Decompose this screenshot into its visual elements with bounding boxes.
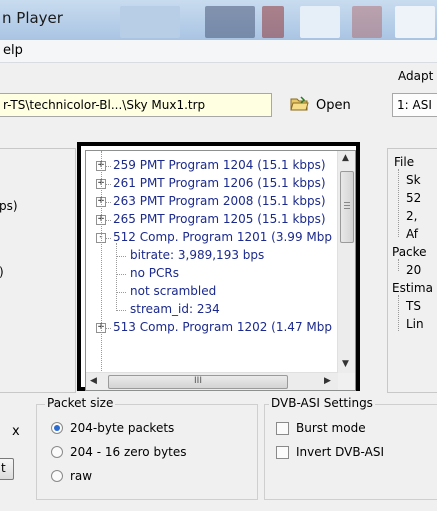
tree-item-label: 263 PMT Program 2008 (15.1 kbps) bbox=[113, 194, 326, 208]
checkbox-icon[interactable] bbox=[276, 421, 289, 435]
tree-item-label: stream_id: 234 bbox=[130, 302, 220, 316]
open-folder-icon bbox=[290, 95, 310, 115]
left-bottom-fragment: x bbox=[12, 424, 20, 439]
tree-horizontal-scrollbar[interactable]: ◀ III ▶ bbox=[86, 372, 338, 390]
checkbox-icon[interactable] bbox=[276, 445, 289, 459]
checkbox-label: Invert DVB-ASI bbox=[296, 445, 384, 459]
right-tree-item[interactable]: 20 bbox=[406, 263, 421, 277]
radio-label: 204 - 16 zero bytes bbox=[70, 445, 187, 459]
tree-horizontal-scroll-thumb[interactable]: III bbox=[108, 375, 288, 389]
right-tree-item[interactable]: 52 bbox=[406, 191, 421, 205]
left-bottom-button[interactable]: t bbox=[0, 458, 14, 480]
radio-unselected-icon[interactable] bbox=[51, 446, 63, 458]
program-tree[interactable]: +259 PMT Program 1204 (15.1 kbps) +261 PM… bbox=[85, 150, 356, 391]
right-tree-item[interactable]: File bbox=[394, 155, 414, 169]
checkbox-label: Burst mode bbox=[296, 421, 366, 435]
right-tree-item[interactable]: Sk bbox=[406, 173, 421, 187]
right-tree-item[interactable]: Af bbox=[406, 227, 418, 241]
radio-label: raw bbox=[70, 469, 93, 483]
right-panel: File Sk 52 2, Af Packe 20 Estima TS Lin bbox=[387, 148, 437, 393]
invert-dvb-asi-checkbox[interactable]: Invert DVB-ASI bbox=[276, 445, 384, 459]
radio-204-byte[interactable]: 204-byte packets bbox=[51, 421, 174, 435]
burst-mode-checkbox[interactable]: Burst mode bbox=[276, 421, 366, 435]
menu-bar: elp bbox=[0, 40, 437, 63]
right-tree-item[interactable]: Lin bbox=[406, 317, 424, 331]
adapter-select[interactable]: 1: ASI bbox=[392, 93, 437, 117]
radio-raw[interactable]: raw bbox=[51, 469, 92, 483]
file-path-field[interactable]: r-TS\technicolor-Bl...\Sky Mux1.trp bbox=[0, 93, 272, 117]
tree-item-label: 265 PMT Program 1205 (15.1 kbps) bbox=[113, 212, 326, 226]
adapter-label: Adapt bbox=[398, 69, 434, 83]
radio-selected-icon[interactable] bbox=[51, 422, 63, 434]
right-tree-item[interactable]: 2, bbox=[406, 209, 417, 223]
tree-vertical-scroll-thumb[interactable] bbox=[340, 171, 354, 243]
menu-help[interactable]: elp bbox=[3, 43, 23, 58]
radio-label: 204-byte packets bbox=[70, 421, 175, 435]
tree-highlight-frame: +259 PMT Program 1204 (15.1 kbps) +261 PM… bbox=[77, 142, 360, 391]
scroll-corner bbox=[338, 373, 355, 390]
title-bar[interactable]: n Player bbox=[0, 0, 437, 40]
radio-204-16-zero[interactable]: 204 - 16 zero bytes bbox=[51, 445, 187, 459]
right-tree-item[interactable]: Estima bbox=[392, 281, 433, 295]
tree-item-label: 261 PMT Program 1206 (15.1 kbps) bbox=[113, 176, 326, 190]
tree-item-label: not scrambled bbox=[130, 284, 217, 298]
scroll-down-arrow-icon[interactable]: ▼ bbox=[342, 359, 349, 369]
scroll-right-arrow-icon[interactable]: ▶ bbox=[324, 376, 331, 386]
tree-vertical-scrollbar[interactable]: ▲ ▼ bbox=[337, 151, 355, 373]
tree-item-label: 513 Comp. Program 1202 (1.47 Mbp bbox=[113, 320, 332, 334]
left-panel-fragment: ) bbox=[0, 265, 4, 279]
radio-unselected-icon[interactable] bbox=[51, 470, 63, 482]
scroll-up-arrow-icon[interactable]: ▲ bbox=[342, 153, 349, 163]
dvb-asi-legend: DVB-ASI Settings bbox=[269, 396, 375, 410]
open-button[interactable]: Open bbox=[290, 93, 362, 117]
tree-item-label: 259 PMT Program 1204 (15.1 kbps) bbox=[113, 158, 326, 172]
right-tree-item[interactable]: Packe bbox=[392, 245, 427, 259]
packet-size-legend: Packet size bbox=[45, 396, 116, 410]
open-button-label: Open bbox=[316, 97, 351, 113]
right-tree-item[interactable]: TS bbox=[406, 299, 421, 313]
scroll-left-arrow-icon[interactable]: ◀ bbox=[90, 376, 97, 386]
left-panel: ps) ) bbox=[0, 148, 76, 393]
window-title: n Player bbox=[2, 9, 63, 27]
tree-item-label: bitrate: 3,989,193 bps bbox=[130, 248, 265, 262]
tree-item-label: no PCRs bbox=[130, 266, 179, 280]
tree-item-label: 512 Comp. Program 1201 (3.99 Mbp bbox=[113, 230, 332, 244]
left-panel-fragment: ps) bbox=[0, 199, 18, 213]
